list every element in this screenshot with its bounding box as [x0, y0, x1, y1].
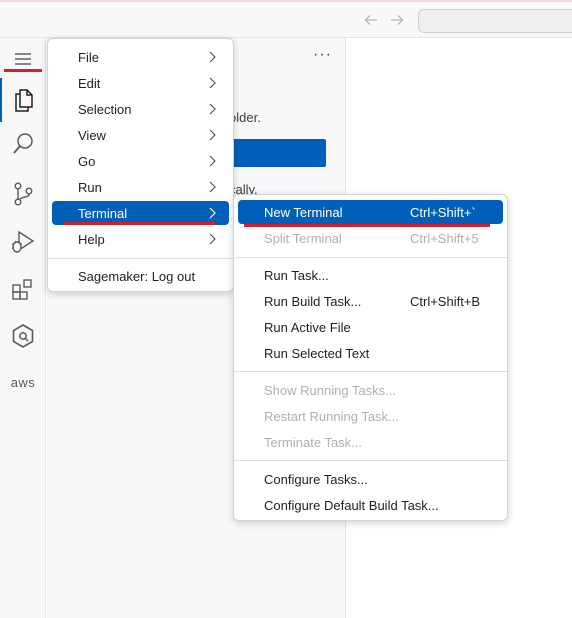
menu-item-label: Sagemaker: Log out: [78, 268, 196, 284]
extensions-icon: [12, 279, 32, 300]
menu-item-terminate-task[interactable]: Terminate Task...: [238, 430, 503, 454]
menu-separator: [48, 258, 233, 259]
menu-item-restart-running-task[interactable]: Restart Running Task...: [238, 404, 503, 428]
hamburger-menu-icon: [15, 53, 31, 65]
menu-item-edit[interactable]: Edit: [52, 71, 229, 95]
menu-item-view[interactable]: View: [52, 123, 229, 147]
activity-aws[interactable]: aws: [0, 360, 46, 404]
search-icon: [13, 133, 33, 154]
menu-item-split-terminal[interactable]: Split Terminal Ctrl+Shift+5: [238, 226, 503, 250]
activity-source-control[interactable]: [0, 172, 46, 216]
menu-separator: [234, 460, 507, 461]
menu-item-configure-default-build-task[interactable]: Configure Default Build Task...: [238, 493, 503, 517]
menu-item-sagemaker-logout[interactable]: Sagemaker: Log out: [52, 264, 229, 288]
keyboard-shortcut: Ctrl+Shift+`: [410, 204, 476, 220]
menu-item-go[interactable]: Go: [52, 149, 229, 173]
sidebar-primary-button[interactable]: [219, 139, 326, 167]
go-forward-button[interactable]: [388, 11, 406, 29]
menu-item-label: Configure Tasks...: [264, 471, 368, 487]
menu-item-label: Run Task...: [264, 267, 329, 283]
files-icon: [15, 89, 33, 112]
chevron-right-icon: [209, 103, 216, 115]
menu-item-label: Restart Running Task...: [264, 408, 399, 424]
arrow-right-icon: [391, 15, 404, 25]
menu-separator: [234, 257, 507, 258]
menu-item-label: Show Running Tasks...: [264, 382, 396, 398]
menu-item-label: Run Selected Text: [264, 345, 370, 361]
terminal-submenu: New Terminal Ctrl+Shift+` Split Terminal…: [233, 194, 508, 521]
menu-item-label: Run Active File: [264, 319, 351, 335]
run-debug-icon: [12, 230, 35, 253]
terminal-red-annotation: [63, 222, 215, 225]
arrow-left-icon: [364, 15, 377, 25]
menu-item-run-build-task[interactable]: Run Build Task... Ctrl+Shift+B: [238, 289, 503, 313]
activity-run-debug[interactable]: [0, 220, 46, 264]
application-menu: File Edit Selection View Go Run Terminal…: [47, 38, 234, 292]
menu-item-configure-tasks[interactable]: Configure Tasks...: [238, 467, 503, 491]
activity-search[interactable]: [0, 122, 46, 166]
keyboard-shortcut: Ctrl+Shift+5: [410, 230, 479, 246]
menu-button-red-annotation: [4, 69, 42, 72]
menu-item-file[interactable]: File: [52, 45, 229, 69]
menu-item-label: Configure Default Build Task...: [264, 497, 439, 513]
go-back-button[interactable]: [362, 11, 380, 29]
more-actions-button[interactable]: ···: [313, 46, 332, 64]
menu-item-show-running-tasks[interactable]: Show Running Tasks...: [238, 378, 503, 402]
source-control-icon: [14, 182, 33, 206]
menu-item-selection[interactable]: Selection: [52, 97, 229, 121]
new-terminal-red-annotation: [244, 224, 490, 227]
menu-item-label: Terminate Task...: [264, 434, 363, 450]
chevron-right-icon: [209, 207, 216, 219]
menu-item-run[interactable]: Run: [52, 175, 229, 199]
activity-sagemaker[interactable]: [0, 314, 46, 358]
activity-explorer[interactable]: [0, 78, 46, 122]
menu-item-help[interactable]: Help: [52, 227, 229, 251]
chevron-right-icon: [209, 233, 216, 245]
activity-extensions[interactable]: [0, 268, 46, 312]
chevron-right-icon: [209, 51, 216, 63]
title-bar: [0, 2, 572, 38]
menu-item-run-selected-text[interactable]: Run Selected Text: [238, 341, 503, 365]
activity-bar: aws: [0, 38, 46, 618]
menu-item-run-active-file[interactable]: Run Active File: [238, 315, 503, 339]
menu-separator: [234, 371, 507, 372]
chevron-right-icon: [209, 129, 216, 141]
chevron-right-icon: [209, 77, 216, 89]
chevron-right-icon: [209, 181, 216, 193]
command-center[interactable]: [418, 9, 572, 33]
menu-item-new-terminal[interactable]: New Terminal Ctrl+Shift+`: [238, 200, 503, 224]
aws-icon: aws: [10, 374, 36, 390]
chevron-right-icon: [209, 155, 216, 167]
hexagon-icon: [12, 324, 34, 348]
menu-item-run-task[interactable]: Run Task...: [238, 263, 503, 287]
keyboard-shortcut: Ctrl+Shift+B: [410, 293, 481, 309]
